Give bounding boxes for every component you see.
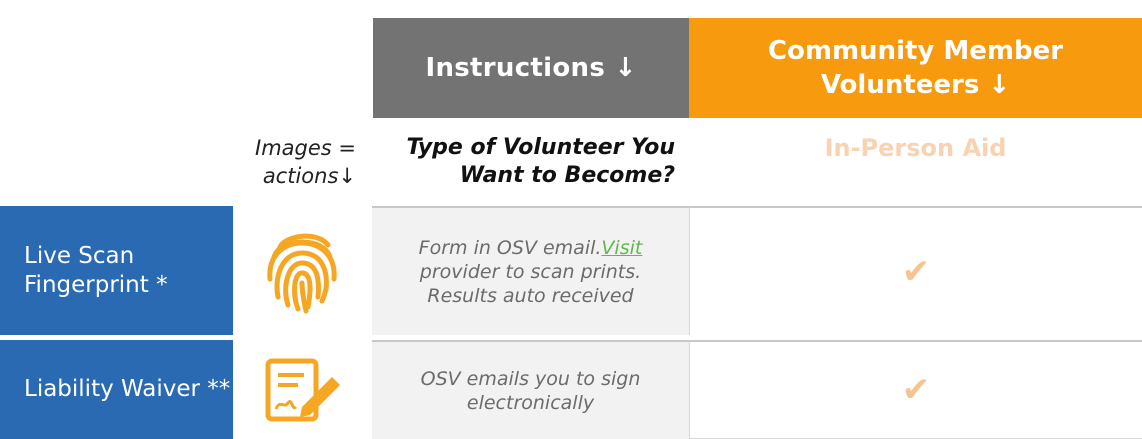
instruction-live-scan: Form in OSV email.Visit provider to scan…	[372, 206, 689, 335]
visit-link[interactable]: Visit	[601, 237, 642, 259]
row-label-live-scan: Live Scan Fingerprint *	[0, 206, 233, 335]
row-label-liability-waiver: Liability Waiver **	[0, 340, 233, 439]
instruction-live-scan-suffix: provider to scan prints. Results auto re…	[419, 260, 642, 307]
volunteer-type-heading: Type of Volunteer You Want to Become?	[406, 135, 675, 188]
community-volunteers-header-label: Community Member Volunteers ↓	[767, 36, 1064, 100]
instruction-live-scan-prefix: Form in OSV email.	[418, 236, 602, 259]
sign-document-icon[interactable]	[262, 357, 342, 423]
fingerprint-icon-cell[interactable]	[233, 206, 370, 335]
sign-document-icon-cell[interactable]	[233, 340, 370, 439]
in-person-aid-heading: In-Person Aid	[824, 134, 1007, 162]
row-label-liability-waiver-text: Liability Waiver **	[24, 376, 231, 402]
instruction-liability-waiver-text: OSV emails you to sign electronically	[420, 367, 641, 414]
in-person-aid-check-liability-waiver: ✔	[689, 340, 1142, 439]
images-actions-note: Images = actions↓	[255, 136, 356, 188]
instruction-live-scan-text: Form in OSV email.Visit provider to scan…	[400, 236, 661, 308]
community-volunteers-header: Community Member Volunteers ↓	[689, 18, 1142, 118]
instruction-liability-waiver: OSV emails you to sign electronically	[372, 340, 689, 439]
row-label-live-scan-text: Live Scan Fingerprint *	[24, 242, 168, 298]
check-icon: ✔	[901, 251, 931, 292]
instructions-header: Instructions ↓	[373, 18, 689, 118]
instructions-header-label: Instructions ↓	[425, 53, 637, 83]
check-icon: ✔	[901, 370, 931, 410]
in-person-aid-check-live-scan: ✔	[689, 206, 1142, 335]
fingerprint-icon[interactable]	[262, 227, 342, 315]
